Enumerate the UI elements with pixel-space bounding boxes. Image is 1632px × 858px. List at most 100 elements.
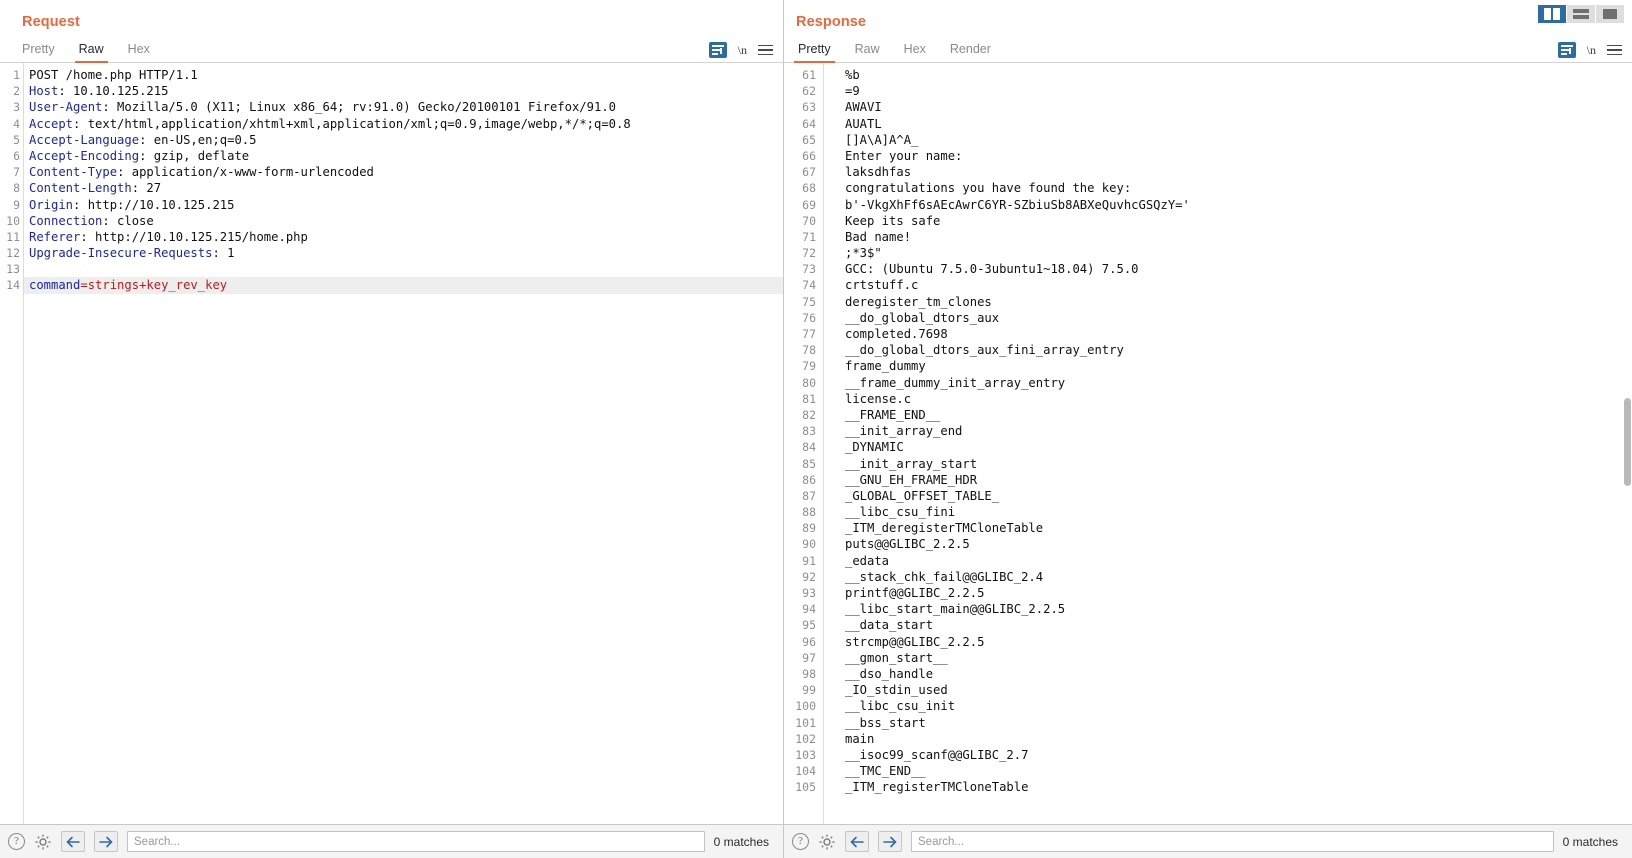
code-line[interactable]: []A\A]A^A_: [824, 132, 1632, 148]
response-code[interactable]: %b =9 AWAVI AUATL []A\A]A^A_ Enter your name:…: [824, 63, 1632, 824]
code-line[interactable]: ;*3$": [824, 245, 1632, 261]
code-line[interactable]: __TMC_END__: [824, 763, 1632, 779]
code-line[interactable]: _ITM_registerTMCloneTable: [824, 779, 1632, 795]
code-line[interactable]: printf@@GLIBC_2.2.5: [824, 585, 1632, 601]
code-line[interactable]: Referer: http://10.10.125.215/home.php: [24, 229, 783, 245]
code-line[interactable]: Enter your name:: [824, 148, 1632, 164]
response-search-prev-button[interactable]: [845, 831, 869, 852]
code-line[interactable]: Content-Type: application/x-www-form-url…: [24, 164, 783, 180]
response-search-next-button[interactable]: [878, 831, 902, 852]
newline-toggle[interactable]: \n: [1587, 43, 1596, 58]
single-pane-layout-button[interactable]: [1596, 5, 1624, 23]
code-line[interactable]: __data_start: [824, 617, 1632, 633]
response-editor[interactable]: 61 62 63 64 65 66 67 68 69 70 71 72 73 74 75 76 77 78 79 80…: [784, 63, 1632, 825]
side-by-side-layout-button[interactable]: [1538, 5, 1566, 23]
code-line[interactable]: laksdhfas: [824, 164, 1632, 180]
stacked-layout-button[interactable]: [1567, 5, 1595, 23]
line-number: 78: [802, 343, 816, 358]
line-number: 90: [802, 537, 816, 552]
code-line[interactable]: __GNU_EH_FRAME_HDR: [824, 472, 1632, 488]
code-line[interactable]: Accept-Encoding: gzip, deflate: [24, 148, 783, 164]
header-name: Accept: [29, 116, 74, 131]
line-number: 71: [802, 229, 816, 244]
newline-toggle[interactable]: \n: [738, 43, 747, 58]
code-line[interactable]: =9: [824, 83, 1632, 99]
tab-response-hex[interactable]: Hex: [892, 42, 938, 62]
code-line[interactable]: completed.7698: [824, 326, 1632, 342]
request-code[interactable]: POST /home.php HTTP/1.1 Host: 10.10.125.2…: [24, 63, 783, 824]
hamburger-menu-icon[interactable]: [758, 44, 773, 56]
code-line[interactable]: deregister_tm_clones: [824, 294, 1632, 310]
gear-icon[interactable]: [34, 833, 52, 851]
tab-request-hex[interactable]: Hex: [116, 42, 162, 62]
code-line[interactable]: _IO_stdin_used: [824, 682, 1632, 698]
code-line[interactable]: _ITM_deregisterTMCloneTable: [824, 520, 1632, 536]
header-name: Accept-Language: [29, 132, 140, 147]
code-line[interactable]: AWAVI: [824, 99, 1632, 115]
code-line[interactable]: __init_array_start: [824, 456, 1632, 472]
code-line[interactable]: User-Agent: Mozilla/5.0 (X11; Linux x86_…: [24, 99, 783, 115]
response-vertical-scrollbar[interactable]: [1624, 398, 1631, 486]
code-line[interactable]: Upgrade-Insecure-Requests: 1: [24, 245, 783, 261]
request-tabs: Pretty Raw Hex \n: [0, 36, 783, 63]
help-icon[interactable]: ?: [8, 833, 25, 850]
code-line[interactable]: Bad name!: [824, 229, 1632, 245]
code-line[interactable]: Content-Length: 27: [24, 180, 783, 196]
help-icon[interactable]: ?: [792, 833, 809, 850]
code-line[interactable]: AUATL: [824, 116, 1632, 132]
tab-response-pretty[interactable]: Pretty: [786, 42, 843, 63]
code-line[interactable]: __dso_handle: [824, 666, 1632, 682]
code-line[interactable]: _DYNAMIC: [824, 439, 1632, 455]
word-wrap-icon[interactable]: [1557, 42, 1576, 58]
code-line[interactable]: b'-VkgXhFf6sAEcAwrC6YR-SZbiuSb8ABXeQuvhc…: [824, 197, 1632, 213]
code-line[interactable]: Connection: close: [24, 213, 783, 229]
line-number: 79: [802, 359, 816, 374]
line-number: 67: [802, 165, 816, 180]
code-line[interactable]: __init_array_end: [824, 423, 1632, 439]
code-line[interactable]: __frame_dummy_init_array_entry: [824, 375, 1632, 391]
code-line[interactable]: __libc_csu_fini: [824, 504, 1632, 520]
code-line[interactable]: Accept: text/html,application/xhtml+xml,…: [24, 116, 783, 132]
code-line[interactable]: _GLOBAL_OFFSET_TABLE_: [824, 488, 1632, 504]
code-line[interactable]: Keep its safe: [824, 213, 1632, 229]
hamburger-menu-icon[interactable]: [1607, 44, 1622, 56]
code-line[interactable]: Accept-Language: en-US,en;q=0.5: [24, 132, 783, 148]
word-wrap-icon[interactable]: [708, 42, 727, 58]
code-line[interactable]: command=strings+key_rev_key: [24, 277, 783, 294]
code-line[interactable]: Host: 10.10.125.215: [24, 83, 783, 99]
code-line[interactable]: GCC: (Ubuntu 7.5.0-3ubuntu1~18.04) 7.5.0: [824, 261, 1632, 277]
tab-response-render[interactable]: Render: [938, 42, 1003, 62]
line-number: 14: [6, 278, 20, 293]
request-search-next-button[interactable]: [94, 831, 118, 852]
code-line[interactable]: POST /home.php HTTP/1.1: [24, 67, 783, 83]
code-line[interactable]: %b: [824, 67, 1632, 83]
code-line[interactable]: frame_dummy: [824, 358, 1632, 374]
code-line[interactable]: main: [824, 731, 1632, 747]
code-line[interactable]: __do_global_dtors_aux_fini_array_entry: [824, 342, 1632, 358]
request-search-input[interactable]: [127, 831, 705, 852]
code-line[interactable]: __FRAME_END__: [824, 407, 1632, 423]
code-line[interactable]: congratulations you have found the key:: [824, 180, 1632, 196]
code-line[interactable]: __stack_chk_fail@@GLIBC_2.4: [824, 569, 1632, 585]
code-line[interactable]: __bss_start: [824, 715, 1632, 731]
code-line[interactable]: strcmp@@GLIBC_2.2.5: [824, 634, 1632, 650]
code-line[interactable]: __libc_csu_init: [824, 698, 1632, 714]
code-line[interactable]: Origin: http://10.10.125.215: [24, 197, 783, 213]
code-line[interactable]: __gmon_start__: [824, 650, 1632, 666]
code-line[interactable]: _edata: [824, 553, 1632, 569]
tab-request-pretty[interactable]: Pretty: [10, 42, 67, 62]
tab-response-raw[interactable]: Raw: [843, 42, 892, 62]
code-line[interactable]: __do_global_dtors_aux: [824, 310, 1632, 326]
line-number: 91: [802, 553, 816, 568]
request-editor[interactable]: 1 2 3 4 5 6 7 8 9 10 11 12 13 14 POST /home.php HTTP/…: [0, 63, 783, 825]
code-line[interactable]: puts@@GLIBC_2.2.5: [824, 536, 1632, 552]
request-search-prev-button[interactable]: [61, 831, 85, 852]
tab-request-raw[interactable]: Raw: [67, 42, 116, 63]
code-line[interactable]: license.c: [824, 391, 1632, 407]
code-line[interactable]: __isoc99_scanf@@GLIBC_2.7: [824, 747, 1632, 763]
code-line[interactable]: __libc_start_main@@GLIBC_2.2.5: [824, 601, 1632, 617]
response-search-input[interactable]: [911, 831, 1554, 852]
code-line[interactable]: [24, 261, 783, 277]
code-line[interactable]: crtstuff.c: [824, 277, 1632, 293]
gear-icon[interactable]: [818, 833, 836, 851]
